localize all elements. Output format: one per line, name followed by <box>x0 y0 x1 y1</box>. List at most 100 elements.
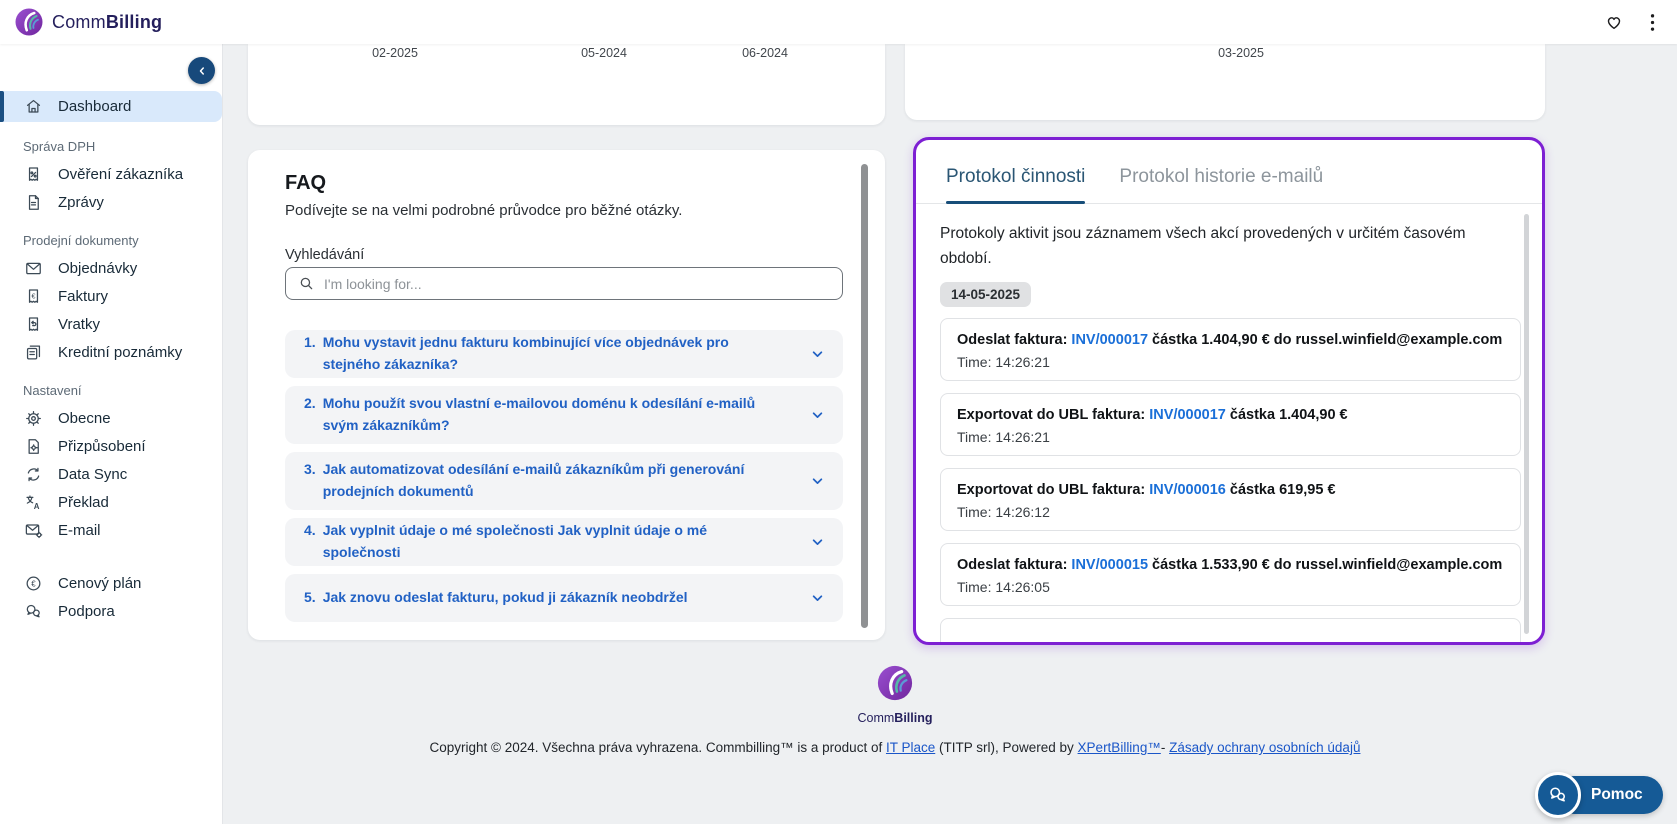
mail-gear-icon <box>24 521 43 540</box>
privacy-policy-link[interactable]: Zásady ochrany osobních údajů <box>1169 740 1360 755</box>
date-badge: 14-05-2025 <box>940 282 1032 307</box>
faq-item[interactable]: 4. Jak vyplnit údaje o mé společnosti Jak… <box>285 518 843 566</box>
document-icon <box>24 193 43 212</box>
sidebar-item-label: Dashboard <box>58 98 132 115</box>
brand-name: CommBilling <box>52 11 163 32</box>
sidebar-item-label: E-mail <box>58 522 101 539</box>
faq-question: 5. Jak znovu odeslat fakturu, pokud ji zá… <box>304 589 688 606</box>
activity-entry-time: Time: 14:26:21 <box>957 429 1050 446</box>
invoice-euro-icon: € <box>24 287 43 306</box>
activity-entry-text: Odeslat faktura: INV/000017 částka 1.404… <box>957 332 1503 348</box>
credit-notes-icon <box>24 343 43 362</box>
xpertbilling-link[interactable]: XPertBilling™ <box>1078 740 1161 755</box>
commbilling-logo-icon <box>876 664 914 702</box>
sidebar-section-prodejni-dokumenty: Prodejní dokumenty <box>23 233 139 248</box>
activity-description: Protokoly aktivit jsou záznamem všech ak… <box>940 225 1466 267</box>
sidebar-nav: Dashboard Správa DPH Ověření zákazníka Z… <box>0 91 222 625</box>
sidebar: Dashboard Správa DPH Ověření zákazníka Z… <box>0 44 223 824</box>
faq-item[interactable]: 5. Jak znovu odeslat fakturu, pokud ji zá… <box>285 574 843 622</box>
kebab-menu-icon <box>1650 13 1655 32</box>
sidebar-item-label: Objednávky <box>58 260 138 277</box>
x-axis-label: 03-2025 <box>1218 46 1264 60</box>
sidebar-item-email[interactable]: E-mail <box>0 517 222 544</box>
help-chat-icon <box>1535 772 1581 818</box>
help-button[interactable]: Pomoc <box>1535 772 1663 818</box>
faq-item[interactable]: 3. Jak automatizovat odesílání e-mailů zá… <box>285 452 843 510</box>
faq-scrollbar[interactable] <box>861 164 868 628</box>
faq-card: FAQ Podívejte se na velmi podrobné průvo… <box>248 150 885 640</box>
activity-scrollbar[interactable] <box>1524 214 1529 634</box>
sidebar-item-label: Data Sync <box>58 466 128 483</box>
euro-circle-icon: € <box>24 574 43 593</box>
chevron-down-icon <box>809 590 826 607</box>
sidebar-item-zpravy[interactable]: Zprávy <box>0 189 222 216</box>
sidebar-item-cenovy-plan[interactable]: € Cenový plán <box>0 570 222 597</box>
sidebar-item-label: Kreditní poznámky <box>58 344 183 361</box>
sidebar-section-nastaveni: Nastavení <box>23 383 82 398</box>
svg-text:A: A <box>34 502 40 511</box>
sidebar-item-label: Vratky <box>58 316 100 333</box>
sidebar-item-kreditni-poznamky[interactable]: Kreditní poznámky <box>0 339 222 366</box>
chevron-down-icon <box>809 473 826 490</box>
more-options-button[interactable] <box>1650 13 1655 32</box>
sidebar-item-overeni-zakaznika[interactable]: Ověření zákazníka <box>0 161 222 188</box>
sidebar-item-label: Překlad <box>58 494 109 511</box>
svg-text:€: € <box>32 292 36 300</box>
faq-item[interactable]: 2. Mohu použít svou vlastní e-mailovou do… <box>285 386 843 444</box>
favorites-button[interactable] <box>1604 12 1624 32</box>
app-header: CommBilling <box>0 0 1677 44</box>
tab-activity-log[interactable]: Protokol činnosti <box>946 166 1086 204</box>
page: 02-2025 05-2024 06-2024 03-2025 FAQ Podí… <box>0 0 1677 824</box>
faq-question: 4. Jak vyplnit údaje o mé společnosti Jak… <box>304 522 708 560</box>
sidebar-item-dashboard[interactable]: Dashboard <box>0 91 222 122</box>
sidebar-item-data-sync[interactable]: Data Sync <box>0 461 222 488</box>
gear-icon <box>24 409 43 428</box>
invoice-link[interactable]: INV/000015 <box>1071 557 1148 573</box>
chevron-down-icon <box>809 346 826 363</box>
faq-search-label: Vyhledávání <box>285 247 365 263</box>
invoice-link[interactable]: INV/000017 <box>1071 332 1148 348</box>
activity-entry-text: Odeslat faktura: INV/000015 částka 1.533… <box>957 557 1503 573</box>
activity-entry-text: Exportovat do UBL faktura: INV/000016 čá… <box>957 482 1336 498</box>
faq-question: 1. Mohu vystavit jednu fakturu kombinujíc… <box>304 334 729 372</box>
sidebar-item-label: Cenový plán <box>58 575 142 592</box>
faq-subtitle: Podívejte se na velmi podrobné průvodce … <box>285 202 683 219</box>
svg-text:€: € <box>31 579 36 588</box>
faq-title: FAQ <box>285 172 327 194</box>
faq-item[interactable]: 1. Mohu vystavit jednu fakturu kombinujíc… <box>285 330 843 378</box>
tab-email-history-log[interactable]: Protokol historie e-mailů <box>1119 166 1323 203</box>
chart-card-right: 03-2025 <box>905 44 1545 120</box>
sidebar-item-label: Zprávy <box>58 194 104 211</box>
x-axis-label: 05-2024 <box>581 46 627 60</box>
receipt-percent-icon <box>24 165 43 184</box>
footer: CommBilling Copyright © 2024. Všechna pr… <box>224 664 1566 755</box>
sidebar-item-faktury[interactable]: € Faktury <box>0 283 222 310</box>
chevron-down-icon <box>809 534 826 551</box>
activity-entry-partial <box>940 618 1521 642</box>
activity-entry: Odeslat faktura: INV/000017 částka 1.404… <box>940 318 1521 381</box>
header-actions <box>1604 12 1655 32</box>
support-chat-icon <box>24 602 43 621</box>
itplace-link[interactable]: IT Place <box>886 740 935 755</box>
sidebar-item-preklad[interactable]: A Překlad <box>0 489 222 516</box>
sidebar-item-label: Faktury <box>58 288 109 305</box>
translate-icon: A <box>24 493 43 512</box>
copyright-text: Copyright © 2024. Všechna práva vyhrazen… <box>429 740 1361 755</box>
faq-search-input[interactable] <box>324 275 830 292</box>
sidebar-item-vratky[interactable]: Vratky <box>0 311 222 338</box>
sidebar-item-obecne[interactable]: Obecne <box>0 405 222 432</box>
sidebar-item-objednavky[interactable]: Objednávky <box>0 255 222 282</box>
sidebar-item-label: Obecne <box>58 410 111 427</box>
invoice-link[interactable]: INV/000016 <box>1149 482 1226 498</box>
activity-panel: Protokol činnosti Protokol historie e-ma… <box>913 137 1545 645</box>
sidebar-item-podpora[interactable]: Podpora <box>0 598 222 625</box>
sidebar-item-prizpusobeni[interactable]: Přizpůsobení <box>0 433 222 460</box>
x-axis-label: 06-2024 <box>742 46 788 60</box>
activity-entry-time: Time: 14:26:12 <box>957 504 1050 521</box>
faq-search-box <box>285 267 843 300</box>
brand: CommBilling <box>14 7 162 37</box>
sidebar-collapse-button[interactable] <box>188 57 215 84</box>
activity-tabs: Protokol činnosti Protokol historie e-ma… <box>916 140 1542 204</box>
invoice-link[interactable]: INV/000017 <box>1149 407 1226 423</box>
